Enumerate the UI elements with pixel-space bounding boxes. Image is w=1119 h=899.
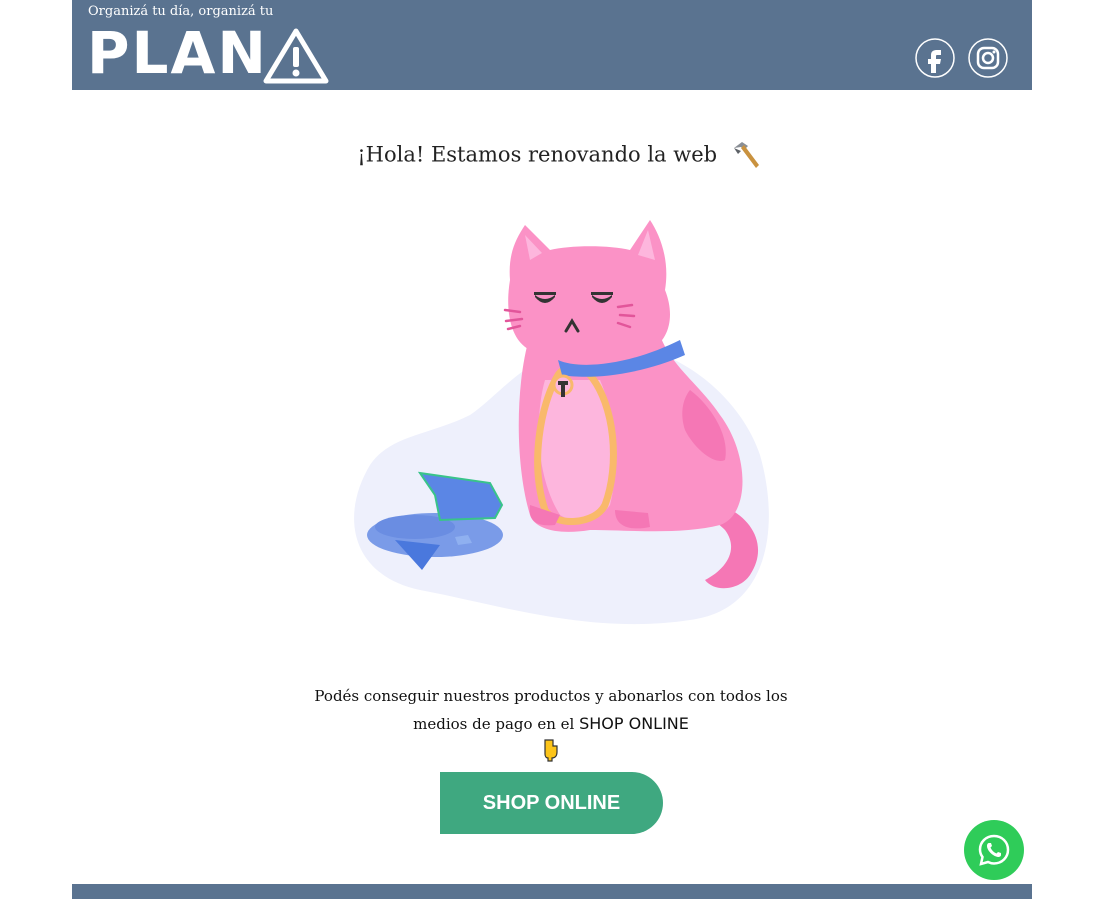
tagline: Organizá tu día, organizá tu — [88, 4, 274, 19]
site-header: Organizá tu día, organizá tu PLAN — [72, 0, 1032, 90]
instagram-icon[interactable] — [968, 38, 1008, 78]
shop-online-text-link[interactable]: SHOP ONLINE — [579, 714, 689, 733]
facebook-icon[interactable] — [915, 38, 955, 78]
pointing-down-hand-icon — [544, 739, 558, 762]
site-footer — [72, 884, 1032, 899]
description-text: Podés conseguir nuestros productos y abo… — [314, 687, 788, 733]
page-headline: ¡Hola! Estamos renovando la web — [0, 140, 1119, 172]
warning-triangle-icon — [263, 28, 329, 84]
shop-online-button[interactable]: SHOP ONLINE — [440, 772, 663, 834]
hammer-icon — [733, 142, 759, 168]
sad-cat-broken-vase-illustration — [354, 220, 769, 625]
logo-text[interactable]: PLAN — [87, 20, 268, 86]
whatsapp-icon — [978, 834, 1010, 866]
headline-text: ¡Hola! Estamos renovando la web — [357, 142, 718, 167]
shop-description: Podés conseguir nuestros productos y abo… — [310, 682, 792, 738]
whatsapp-button[interactable] — [964, 820, 1024, 880]
